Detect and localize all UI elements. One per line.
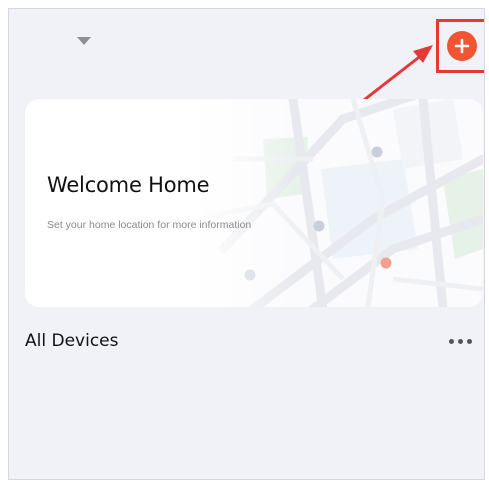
add-device-highlight[interactable] (436, 19, 484, 73)
welcome-home-card[interactable]: Welcome Home Set your home location for … (25, 99, 483, 307)
welcome-title: Welcome Home (47, 173, 210, 197)
home-screen: Welcome Home Set your home location for … (8, 8, 485, 480)
all-devices-title: All Devices (25, 331, 119, 351)
home-selector-dropdown[interactable] (73, 33, 95, 49)
add-device-button[interactable] (446, 31, 477, 61)
triangle-down-icon (77, 37, 91, 45)
map-illustration (193, 99, 483, 307)
more-horizontal-icon (466, 338, 472, 344)
more-horizontal-icon (457, 338, 463, 344)
plus-icon (454, 38, 469, 54)
more-horizontal-icon (448, 338, 454, 344)
more-options-button[interactable] (443, 331, 477, 351)
welcome-subtitle: Set your home location for more informat… (47, 219, 252, 231)
